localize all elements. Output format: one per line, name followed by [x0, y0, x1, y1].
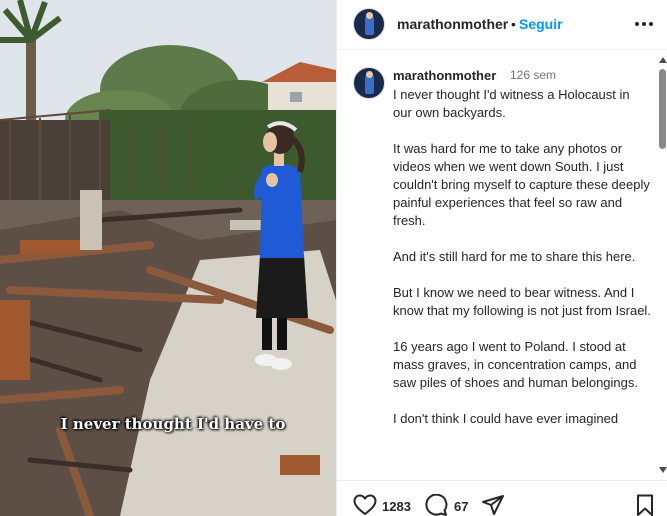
header-separator: • — [511, 16, 516, 32]
post-video[interactable]: I never thought I'd have to — [0, 0, 336, 516]
instagram-post-view: I never thought I'd have to marathonmoth… — [0, 0, 667, 516]
comment-username[interactable]: marathonmother — [393, 68, 496, 83]
comment-timestamp[interactable]: 126 sem — [510, 68, 556, 82]
like-count[interactable]: 1283 — [382, 499, 411, 514]
scroll-up-arrow-icon[interactable] — [659, 57, 667, 63]
caption-paragraph: I don't think I could have ever imagined — [393, 411, 619, 426]
follow-button[interactable]: Seguir — [519, 16, 563, 32]
caption-paragraph: I never thought I'd witness a Holocaust … — [393, 87, 630, 120]
comments-scrollbar[interactable] — [657, 51, 667, 479]
post-side-panel: marathonmother • Seguir marathonmother 1… — [336, 0, 667, 516]
post-caption-text: I never thought I'd witness a Holocaust … — [393, 86, 651, 446]
scrollbar-thumb[interactable] — [659, 69, 666, 149]
post-header: marathonmother • Seguir — [337, 0, 667, 50]
bookmark-icon[interactable] — [633, 494, 657, 516]
post-actions-bar: 1283 67 — [337, 480, 667, 516]
caption-paragraph: And it's still hard for me to share this… — [393, 249, 636, 264]
video-frame-scene — [0, 0, 336, 516]
comment-icon[interactable] — [424, 493, 448, 516]
more-options-icon[interactable] — [633, 14, 655, 34]
author-username[interactable]: marathonmother — [397, 16, 508, 32]
comment-count[interactable]: 67 — [454, 499, 468, 514]
caption-paragraph: 16 years ago I went to Poland. I stood a… — [393, 339, 638, 390]
author-avatar[interactable] — [353, 8, 385, 40]
heart-icon[interactable] — [353, 494, 377, 516]
caption-paragraph: But I know we need to bear witness. And … — [393, 285, 651, 318]
video-caption: I never thought I'd have to — [60, 415, 286, 433]
scroll-down-arrow-icon[interactable] — [659, 467, 667, 473]
comment-author-avatar[interactable] — [353, 67, 385, 99]
caption-paragraph: It was hard for me to take any photos or… — [393, 141, 650, 228]
share-icon[interactable] — [481, 494, 505, 516]
comments-section[interactable]: marathonmother 126 sem I never thought I… — [337, 51, 667, 479]
